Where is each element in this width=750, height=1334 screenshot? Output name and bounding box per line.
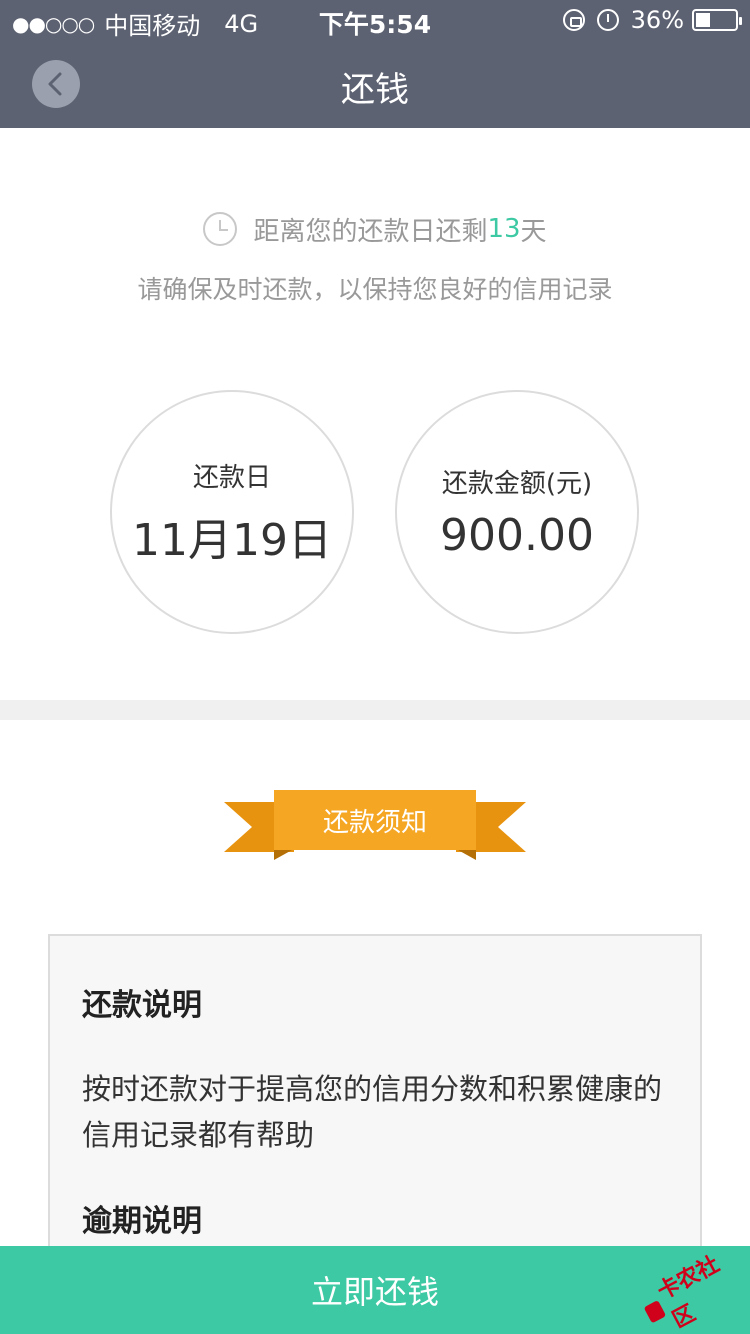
clock-icon — [203, 212, 238, 246]
amount-value: 900.00 — [440, 510, 594, 561]
notice-box: 还款说明 按时还款对于提高您的信用分数和积累健康的信用记录都有帮助 逾期说明 — [48, 934, 702, 1274]
days-remaining: 13 — [487, 214, 521, 244]
due-date-value: 11月19日 — [132, 514, 332, 566]
countdown-line: 距离您的还款日还剩 13 天 — [0, 205, 750, 253]
status-bar: ●●○○○ 中国移动 4G 下午5:54 36% — [0, 0, 750, 40]
battery-level — [696, 13, 710, 27]
battery-icon — [692, 9, 742, 31]
reminder-text: 请确保及时还款，以保持您良好的信用记录 — [137, 275, 613, 304]
repayment-section-body: 按时还款对于提高您的信用分数和积累健康的信用记录都有帮助 — [82, 1072, 663, 1152]
alarm-icon — [596, 9, 619, 31]
section-divider — [0, 700, 750, 720]
rotation-lock-icon — [562, 9, 585, 31]
amount-circle: 还款金额(元) 900.00 — [395, 390, 639, 634]
battery-percent: 36% — [630, 6, 684, 34]
notice-ribbon: 还款须知 — [224, 790, 526, 864]
ribbon-label: 还款须知 — [274, 790, 476, 850]
due-date-label: 还款日 — [192, 462, 271, 493]
repayment-section-title: 还款说明 — [82, 988, 202, 1023]
page-title: 还钱 — [341, 70, 409, 110]
header: ●●○○○ 中国移动 4G 下午5:54 36% 还钱 — [0, 0, 750, 128]
due-date-circle: 还款日 11月19日 — [110, 390, 354, 634]
amount-label: 还款金额(元) — [441, 469, 593, 499]
countdown-suffix: 天 — [520, 216, 547, 247]
countdown-prefix: 距离您的还款日还剩 — [253, 216, 488, 247]
overdue-section-title: 逾期说明 — [82, 1204, 202, 1239]
